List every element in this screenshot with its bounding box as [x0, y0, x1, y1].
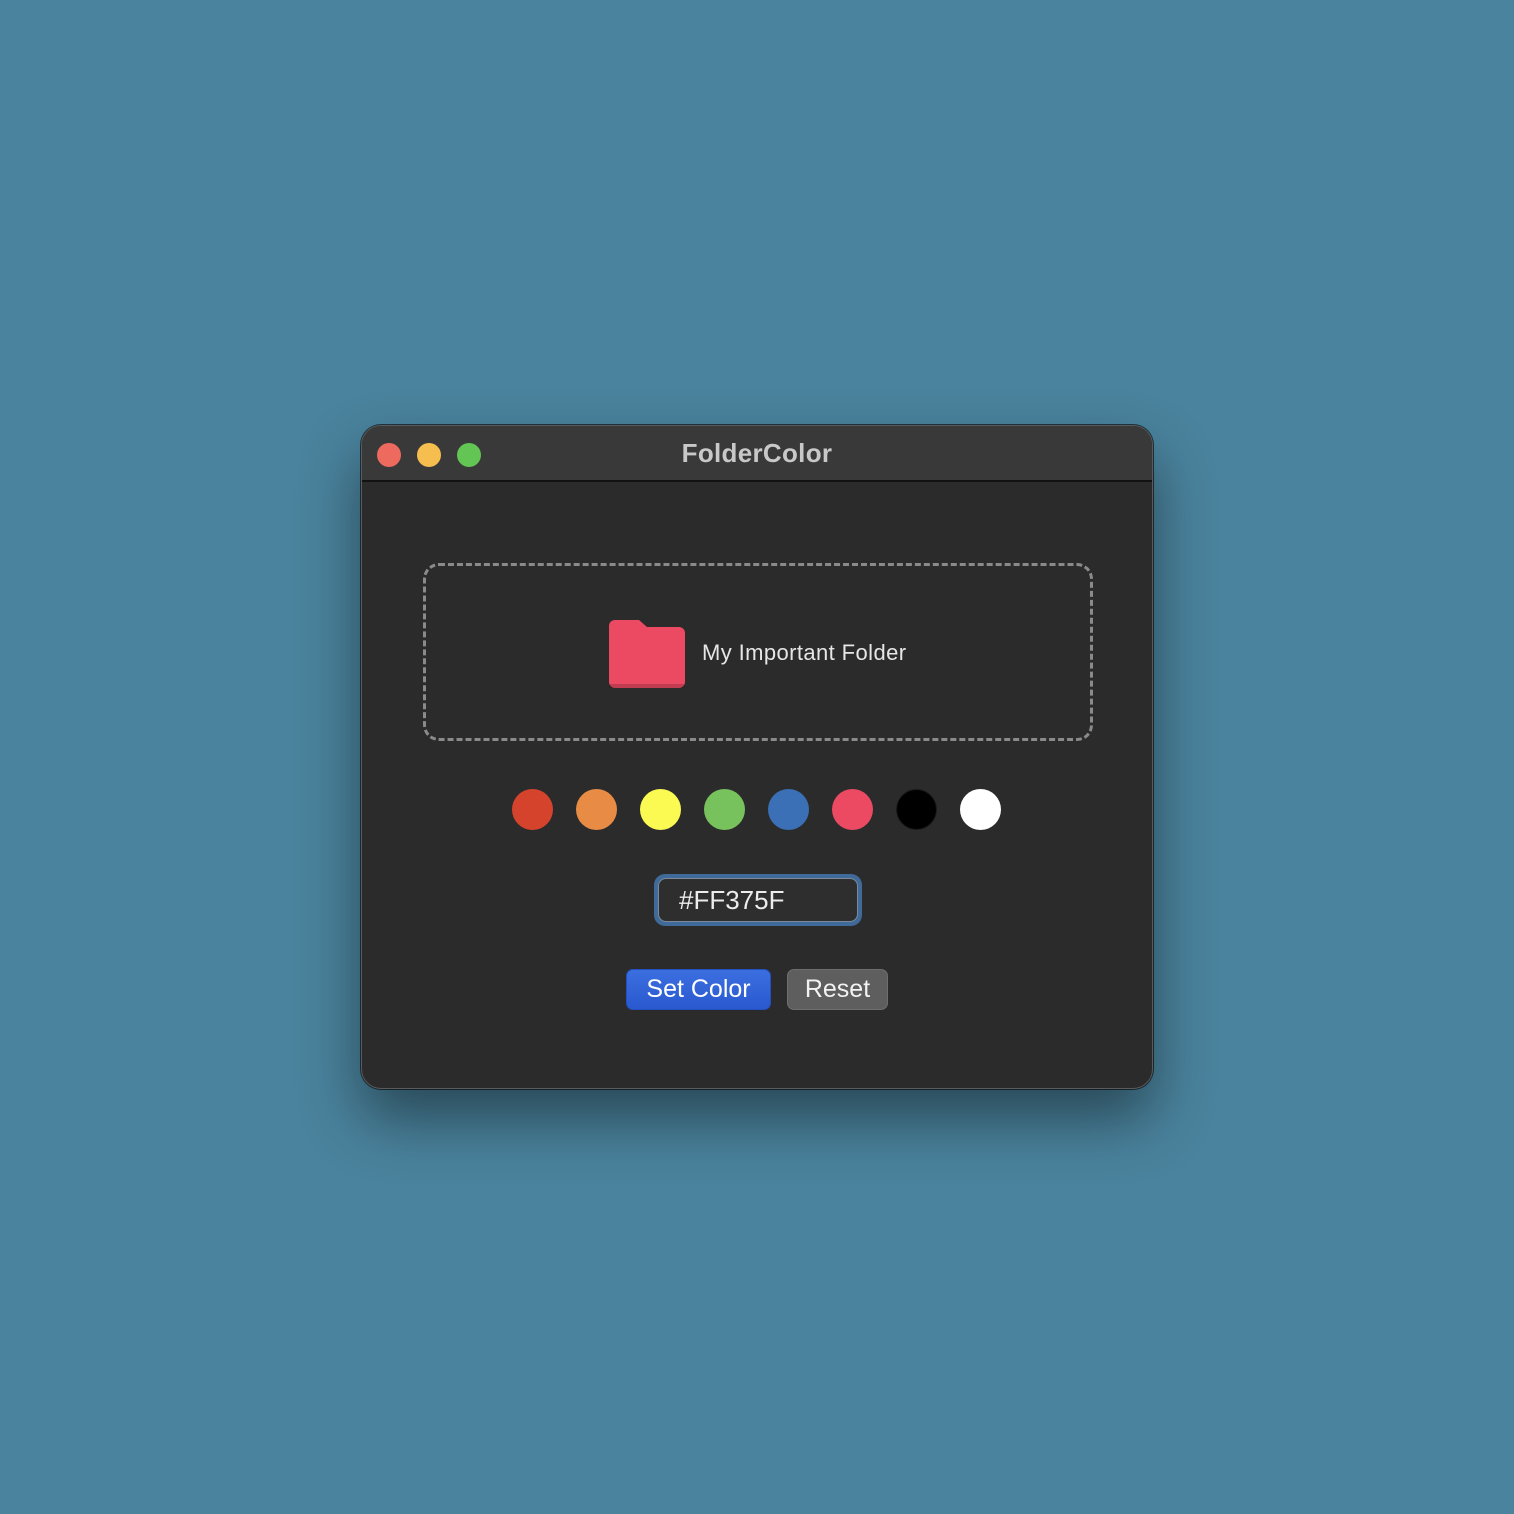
set-color-button[interactable]: Set Color [626, 969, 771, 1010]
app-window: FolderColor My Important Folder Set Colo… [361, 425, 1153, 1089]
color-swatches [512, 789, 1004, 831]
folder-name-label: My Important Folder [702, 640, 907, 665]
hex-input-focus-ring [654, 874, 862, 926]
desktop: FolderColor My Important Folder Set Colo… [0, 0, 1514, 1514]
swatch-pink[interactable] [832, 789, 873, 830]
reset-button[interactable]: Reset [787, 969, 888, 1010]
swatch-green[interactable] [704, 789, 745, 830]
swatch-white[interactable] [960, 789, 1001, 830]
swatch-red[interactable] [512, 789, 553, 830]
swatch-orange[interactable] [576, 789, 617, 830]
swatch-blue[interactable] [768, 789, 809, 830]
title-bar[interactable]: FolderColor [362, 426, 1152, 482]
window-title: FolderColor [681, 438, 833, 468]
folder-drop-zone[interactable]: My Important Folder [423, 563, 1093, 741]
folder-icon [609, 620, 685, 688]
hex-color-input[interactable] [658, 878, 858, 922]
swatch-yellow[interactable] [640, 789, 681, 830]
swatch-black[interactable] [896, 789, 937, 830]
